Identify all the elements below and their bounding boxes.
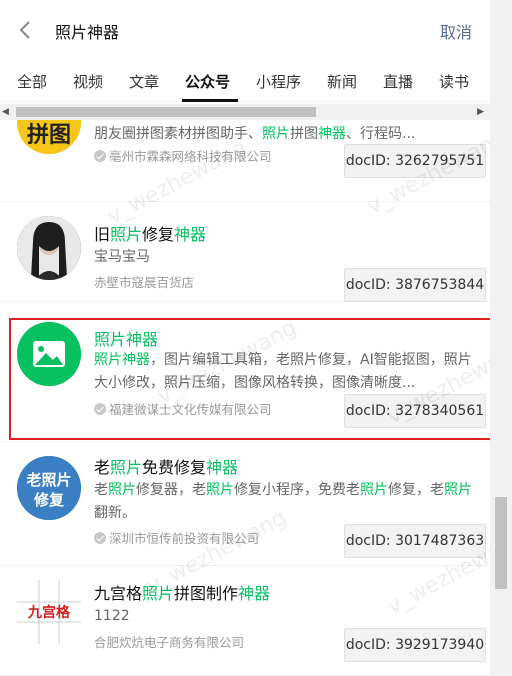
category-tabs: 全部 视频 文章 公众号 小程序 新闻 直播 读书 [0,58,490,102]
puzzle-logo-icon: 拼图 [17,120,81,154]
horizontal-scroll-thumb[interactable] [16,107,316,117]
verified-icon [94,403,106,415]
result-title[interactable]: 九宫格照片拼图制作神器 [94,580,270,604]
result-company: 赤壁市寇晨百货店 [94,275,195,290]
tab-video[interactable]: 视频 [73,71,103,92]
verified-icon [94,150,106,162]
avatar [17,322,81,386]
avatar: 九宫格 [17,580,81,644]
docid-badge: docID: 3017487363 [344,524,486,558]
scroll-left-arrow-icon[interactable]: ◀ [2,107,9,117]
avatar: 拼图 [17,120,81,154]
horizontal-scrollbar[interactable]: ◀ ▶ [0,104,490,120]
vertical-scrollbar[interactable] [490,0,512,676]
result-title[interactable]: 旧照片修复神器 [94,221,206,245]
result-item[interactable]: 旧照片修复神器 宝马宝马 赤壁市寇晨百货店 docID: 3876753844 [0,202,490,302]
result-item[interactable]: 拼图 🔥照片拼图官方版🔥九宫格切图拼图、节日生日拼图素材、朋友圈拼图素材拼图助手… [0,120,490,202]
search-query[interactable]: 照片神器 [55,19,119,43]
active-tab-indicator [182,99,238,102]
search-bar: 照片神器 取消 [0,0,490,58]
results-list: 拼图 🔥照片拼图官方版🔥九宫格切图拼图、节日生日拼图素材、朋友圈拼图素材拼图助手… [0,120,490,676]
svg-text:老照片: 老照片 [25,471,71,489]
tab-official-accounts[interactable]: 公众号 [185,71,230,92]
docid-badge: docID: 3876753844 [344,268,486,302]
result-item[interactable]: 老照片 修复 老照片免费修复神器 老照片修复器，老照片修复小程序，免费老照片修复… [0,442,490,566]
result-company: 福建微谋士文化传媒有限公司 [94,399,272,418]
verified-icon [94,532,106,544]
image-icon [17,322,81,386]
portrait-avatar-icon [17,216,81,280]
result-company: 合肥炊炕电子商务有限公司 [94,635,245,650]
result-description: 🔥照片拼图官方版🔥九宫格切图拼图、节日生日拼图素材、朋友圈拼图素材拼图助手、照片… [94,126,416,142]
vertical-scroll-thumb[interactable] [495,497,507,589]
chevron-left-icon[interactable] [16,19,36,41]
result-title[interactable]: 老照片免费修复神器 [94,454,238,478]
tab-news[interactable]: 新闻 [327,71,357,92]
result-item[interactable]: 九宫格 九宫格照片拼图制作神器 1122 合肥炊炕电子商务有限公司 docID:… [0,566,490,676]
tab-all[interactable]: 全部 [17,71,47,92]
cancel-button[interactable]: 取消 [440,19,472,43]
result-description: 老照片修复器，老照片修复小程序，免费老照片修复，老照片翻新。 [94,482,472,521]
avatar [17,216,81,280]
grid-logo-icon: 九宫格 [17,580,81,644]
result-title[interactable]: 照片神器 [94,326,158,350]
avatar: 老照片 修复 [17,456,81,520]
result-company: 亳州市霖森网络科技有限公司 [94,146,272,165]
tab-books[interactable]: 读书 [439,71,469,92]
docid-badge: docID: 3929173940 [344,628,486,662]
result-company: 深圳市恒传前投资有限公司 [94,528,259,547]
tab-mini-programs[interactable]: 小程序 [256,71,301,92]
tab-articles[interactable]: 文章 [129,71,159,92]
svg-text:修复: 修复 [33,491,65,509]
result-description: 宝马宝马 [94,249,150,265]
photo-restore-logo-icon: 老照片 修复 [17,456,81,520]
result-item[interactable]: 照片神器 照片神器，图片编辑工具箱，老照片修复，AI智能抠图，照片大小修改，照片… [0,302,490,442]
scroll-right-arrow-icon[interactable]: ▶ [477,107,484,117]
docid-badge: docID: 3278340561 [344,394,486,428]
svg-text:拼图: 拼图 [27,122,71,148]
result-description: 1122 [94,608,130,624]
docid-badge: docID: 3262795751 [344,144,486,178]
svg-text:九宫格: 九宫格 [27,604,71,621]
tab-live[interactable]: 直播 [383,71,413,92]
result-description: 照片神器，图片编辑工具箱，老照片修复，AI智能抠图，照片大小修改，照片压缩，图像… [94,352,472,391]
